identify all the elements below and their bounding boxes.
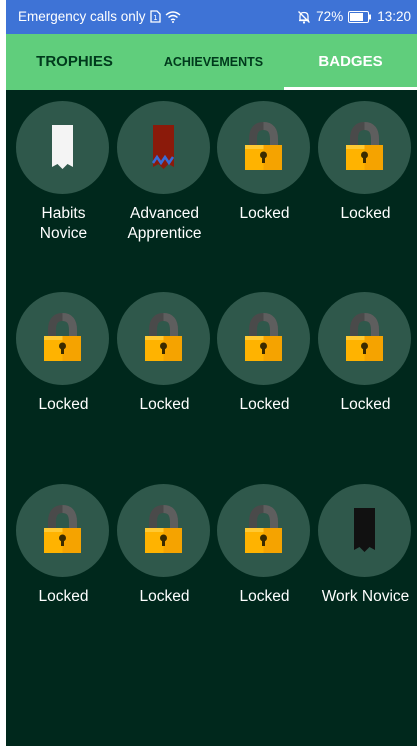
badge-circle: [117, 292, 210, 385]
lock-icon: [346, 121, 383, 170]
tab-bar: TROPHIES ACHIEVEMENTS BADGES: [6, 34, 417, 90]
battery-icon: [348, 10, 372, 23]
white-ribbon-icon: [52, 125, 73, 169]
badge-circle: [217, 292, 310, 385]
active-tab-indicator: [284, 87, 417, 90]
badge-circle: [318, 292, 411, 385]
lock-icon: [44, 504, 81, 553]
tab-trophies[interactable]: TROPHIES: [6, 34, 143, 90]
tab-achievements[interactable]: ACHIEVEMENTS: [143, 34, 284, 90]
lock-icon: [145, 312, 182, 361]
badge-label: Locked: [38, 396, 89, 413]
badge-circle: [318, 101, 411, 194]
badge-circle: [117, 484, 210, 577]
app-screen: Emergency calls only 1 72% 13:20 TROPHIE…: [6, 0, 417, 746]
red-ribbon-icon: [151, 125, 175, 169]
mute-icon: [298, 10, 311, 24]
badge-label: Locked: [239, 396, 290, 413]
badge-label: Work Novice: [321, 588, 410, 605]
clock: 13:20: [377, 9, 411, 24]
badge-circle: [16, 292, 109, 385]
badge-label: Locked: [139, 396, 190, 413]
lock-icon: [245, 504, 282, 553]
black-ribbon-icon: [354, 508, 375, 552]
lock-icon: [44, 312, 81, 361]
badge-label: Locked: [239, 205, 290, 222]
svg-text:1: 1: [153, 14, 157, 22]
lock-icon: [145, 504, 182, 553]
badge-circle: [16, 484, 109, 577]
sim-icon: 1: [149, 10, 161, 23]
badge-label: Locked: [239, 588, 290, 605]
badge-label: Advanced Apprentice: [127, 205, 202, 242]
badge-label: Locked: [139, 588, 190, 605]
badge-label: Locked: [340, 396, 391, 413]
badge-label: Locked: [38, 588, 89, 605]
lock-icon: [346, 312, 383, 361]
battery-percent: 72%: [316, 9, 344, 24]
badge-circle: [318, 484, 411, 577]
lock-icon: [245, 312, 282, 361]
carrier-text: Emergency calls only: [18, 9, 146, 24]
badge-circle: [117, 101, 210, 194]
tab-badges[interactable]: BADGES: [284, 34, 417, 90]
badge-circle: [16, 101, 109, 194]
wifi-icon: [165, 11, 181, 23]
badge-label: Habits Novice: [39, 205, 88, 242]
badge-circle: [217, 484, 310, 577]
badge-label: Locked: [340, 205, 391, 222]
badge-circle: [217, 101, 310, 194]
lock-icon: [245, 121, 282, 170]
status-bar: Emergency calls only 1 72% 13:20: [6, 0, 417, 34]
